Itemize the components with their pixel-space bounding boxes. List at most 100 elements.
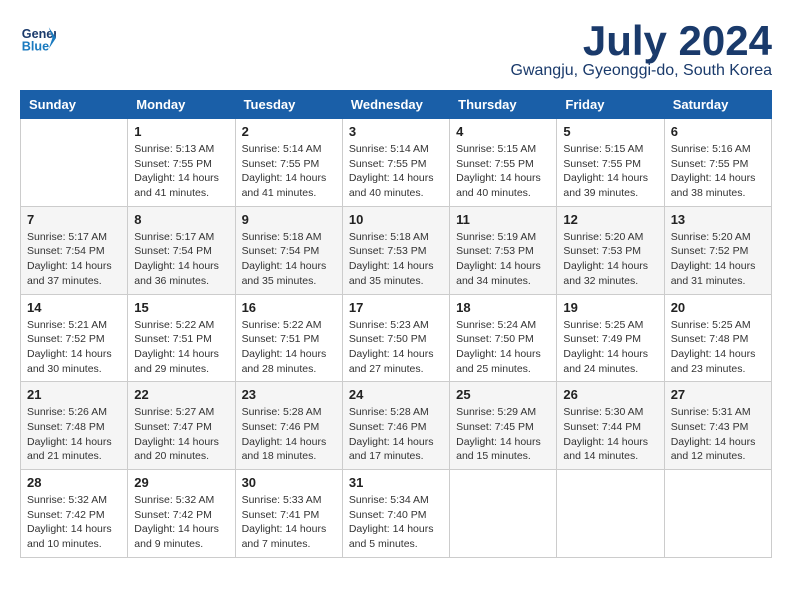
day-number: 6: [671, 124, 765, 139]
day-number: 9: [242, 212, 336, 227]
calendar-cell: [21, 119, 128, 207]
calendar-cell: 5 Sunrise: 5:15 AM Sunset: 7:55 PM Daylig…: [557, 119, 664, 207]
day-info: Sunrise: 5:24 AM Sunset: 7:50 PM Dayligh…: [456, 318, 550, 377]
calendar-cell: 18 Sunrise: 5:24 AM Sunset: 7:50 PM Dayli…: [450, 294, 557, 382]
calendar-cell: 6 Sunrise: 5:16 AM Sunset: 7:55 PM Daylig…: [664, 119, 771, 207]
day-info: Sunrise: 5:15 AM Sunset: 7:55 PM Dayligh…: [563, 142, 657, 201]
day-info: Sunrise: 5:25 AM Sunset: 7:48 PM Dayligh…: [671, 318, 765, 377]
calendar-cell: [557, 470, 664, 558]
day-info: Sunrise: 5:26 AM Sunset: 7:48 PM Dayligh…: [27, 405, 121, 464]
calendar-cell: 17 Sunrise: 5:23 AM Sunset: 7:50 PM Dayli…: [342, 294, 449, 382]
month-title: July 2024: [511, 20, 773, 62]
day-number: 28: [27, 475, 121, 490]
day-info: Sunrise: 5:14 AM Sunset: 7:55 PM Dayligh…: [349, 142, 443, 201]
day-info: Sunrise: 5:29 AM Sunset: 7:45 PM Dayligh…: [456, 405, 550, 464]
calendar-cell: 27 Sunrise: 5:31 AM Sunset: 7:43 PM Dayli…: [664, 382, 771, 470]
header-cell-thursday: Thursday: [450, 91, 557, 119]
day-number: 4: [456, 124, 550, 139]
day-number: 5: [563, 124, 657, 139]
svg-text:Blue: Blue: [22, 40, 49, 54]
calendar-table: SundayMondayTuesdayWednesdayThursdayFrid…: [20, 90, 772, 558]
calendar-cell: 7 Sunrise: 5:17 AM Sunset: 7:54 PM Daylig…: [21, 206, 128, 294]
day-number: 21: [27, 387, 121, 402]
week-row-5: 28Sunrise: 5:32 AM Sunset: 7:42 PM Dayli…: [21, 470, 772, 558]
day-info: Sunrise: 5:22 AM Sunset: 7:51 PM Dayligh…: [242, 318, 336, 377]
calendar-cell: 31Sunrise: 5:34 AM Sunset: 7:40 PM Dayli…: [342, 470, 449, 558]
logo-icon: General Blue: [20, 20, 56, 56]
day-info: Sunrise: 5:23 AM Sunset: 7:50 PM Dayligh…: [349, 318, 443, 377]
calendar-cell: [664, 470, 771, 558]
calendar-cell: 12 Sunrise: 5:20 AM Sunset: 7:53 PM Dayli…: [557, 206, 664, 294]
calendar-cell: 29Sunrise: 5:32 AM Sunset: 7:42 PM Dayli…: [128, 470, 235, 558]
day-number: 11: [456, 212, 550, 227]
day-number: 10: [349, 212, 443, 227]
day-number: 25: [456, 387, 550, 402]
calendar-cell: 26Sunrise: 5:30 AM Sunset: 7:44 PM Dayli…: [557, 382, 664, 470]
calendar-cell: 19Sunrise: 5:25 AM Sunset: 7:49 PM Dayli…: [557, 294, 664, 382]
day-info: Sunrise: 5:34 AM Sunset: 7:40 PM Dayligh…: [349, 493, 443, 552]
calendar-cell: 3 Sunrise: 5:14 AM Sunset: 7:55 PM Daylig…: [342, 119, 449, 207]
title-section: July 2024 Gwangju, Gyeonggi-do, South Ko…: [511, 20, 773, 80]
day-info: Sunrise: 5:33 AM Sunset: 7:41 PM Dayligh…: [242, 493, 336, 552]
calendar-cell: 8 Sunrise: 5:17 AM Sunset: 7:54 PM Daylig…: [128, 206, 235, 294]
day-info: Sunrise: 5:30 AM Sunset: 7:44 PM Dayligh…: [563, 405, 657, 464]
header-cell-monday: Monday: [128, 91, 235, 119]
day-info: Sunrise: 5:31 AM Sunset: 7:43 PM Dayligh…: [671, 405, 765, 464]
day-info: Sunrise: 5:19 AM Sunset: 7:53 PM Dayligh…: [456, 230, 550, 289]
calendar-cell: 11 Sunrise: 5:19 AM Sunset: 7:53 PM Dayli…: [450, 206, 557, 294]
day-number: 30: [242, 475, 336, 490]
day-number: 12: [563, 212, 657, 227]
day-info: Sunrise: 5:18 AM Sunset: 7:54 PM Dayligh…: [242, 230, 336, 289]
day-info: Sunrise: 5:15 AM Sunset: 7:55 PM Dayligh…: [456, 142, 550, 201]
day-number: 7: [27, 212, 121, 227]
header-cell-wednesday: Wednesday: [342, 91, 449, 119]
day-number: 27: [671, 387, 765, 402]
day-number: 18: [456, 300, 550, 315]
day-info: Sunrise: 5:18 AM Sunset: 7:53 PM Dayligh…: [349, 230, 443, 289]
day-number: 14: [27, 300, 121, 315]
day-number: 23: [242, 387, 336, 402]
day-number: 19: [563, 300, 657, 315]
calendar-cell: 13 Sunrise: 5:20 AM Sunset: 7:52 PM Dayli…: [664, 206, 771, 294]
header-cell-sunday: Sunday: [21, 91, 128, 119]
calendar-cell: 9 Sunrise: 5:18 AM Sunset: 7:54 PM Daylig…: [235, 206, 342, 294]
calendar-cell: 4 Sunrise: 5:15 AM Sunset: 7:55 PM Daylig…: [450, 119, 557, 207]
day-number: 8: [134, 212, 228, 227]
day-info: Sunrise: 5:27 AM Sunset: 7:47 PM Dayligh…: [134, 405, 228, 464]
calendar-cell: 30 Sunrise: 5:33 AM Sunset: 7:41 PM Dayli…: [235, 470, 342, 558]
day-info: Sunrise: 5:17 AM Sunset: 7:54 PM Dayligh…: [134, 230, 228, 289]
day-info: Sunrise: 5:14 AM Sunset: 7:55 PM Dayligh…: [242, 142, 336, 201]
week-row-3: 14 Sunrise: 5:21 AM Sunset: 7:52 PM Dayli…: [21, 294, 772, 382]
header-cell-saturday: Saturday: [664, 91, 771, 119]
calendar-cell: 21 Sunrise: 5:26 AM Sunset: 7:48 PM Dayli…: [21, 382, 128, 470]
day-info: Sunrise: 5:20 AM Sunset: 7:52 PM Dayligh…: [671, 230, 765, 289]
day-number: 17: [349, 300, 443, 315]
calendar-cell: [450, 470, 557, 558]
day-number: 16: [242, 300, 336, 315]
calendar-cell: 16 Sunrise: 5:22 AM Sunset: 7:51 PM Dayli…: [235, 294, 342, 382]
day-info: Sunrise: 5:21 AM Sunset: 7:52 PM Dayligh…: [27, 318, 121, 377]
day-info: Sunrise: 5:17 AM Sunset: 7:54 PM Dayligh…: [27, 230, 121, 289]
calendar-cell: 23 Sunrise: 5:28 AM Sunset: 7:46 PM Dayli…: [235, 382, 342, 470]
calendar-cell: 14 Sunrise: 5:21 AM Sunset: 7:52 PM Dayli…: [21, 294, 128, 382]
day-number: 13: [671, 212, 765, 227]
day-info: Sunrise: 5:20 AM Sunset: 7:53 PM Dayligh…: [563, 230, 657, 289]
day-number: 3: [349, 124, 443, 139]
header-cell-friday: Friday: [557, 91, 664, 119]
calendar-cell: 1Sunrise: 5:13 AM Sunset: 7:55 PM Daylig…: [128, 119, 235, 207]
day-info: Sunrise: 5:16 AM Sunset: 7:55 PM Dayligh…: [671, 142, 765, 201]
day-info: Sunrise: 5:28 AM Sunset: 7:46 PM Dayligh…: [242, 405, 336, 464]
day-number: 15: [134, 300, 228, 315]
calendar-cell: 2 Sunrise: 5:14 AM Sunset: 7:55 PM Daylig…: [235, 119, 342, 207]
week-row-1: 1Sunrise: 5:13 AM Sunset: 7:55 PM Daylig…: [21, 119, 772, 207]
day-number: 22: [134, 387, 228, 402]
day-info: Sunrise: 5:28 AM Sunset: 7:46 PM Dayligh…: [349, 405, 443, 464]
calendar-cell: 28Sunrise: 5:32 AM Sunset: 7:42 PM Dayli…: [21, 470, 128, 558]
day-number: 2: [242, 124, 336, 139]
page-header: General Blue July 2024 Gwangju, Gyeonggi…: [20, 20, 772, 80]
calendar-cell: 22 Sunrise: 5:27 AM Sunset: 7:47 PM Dayli…: [128, 382, 235, 470]
week-row-4: 21 Sunrise: 5:26 AM Sunset: 7:48 PM Dayli…: [21, 382, 772, 470]
logo: General Blue: [20, 20, 56, 56]
day-info: Sunrise: 5:13 AM Sunset: 7:55 PM Dayligh…: [134, 142, 228, 201]
header-cell-tuesday: Tuesday: [235, 91, 342, 119]
